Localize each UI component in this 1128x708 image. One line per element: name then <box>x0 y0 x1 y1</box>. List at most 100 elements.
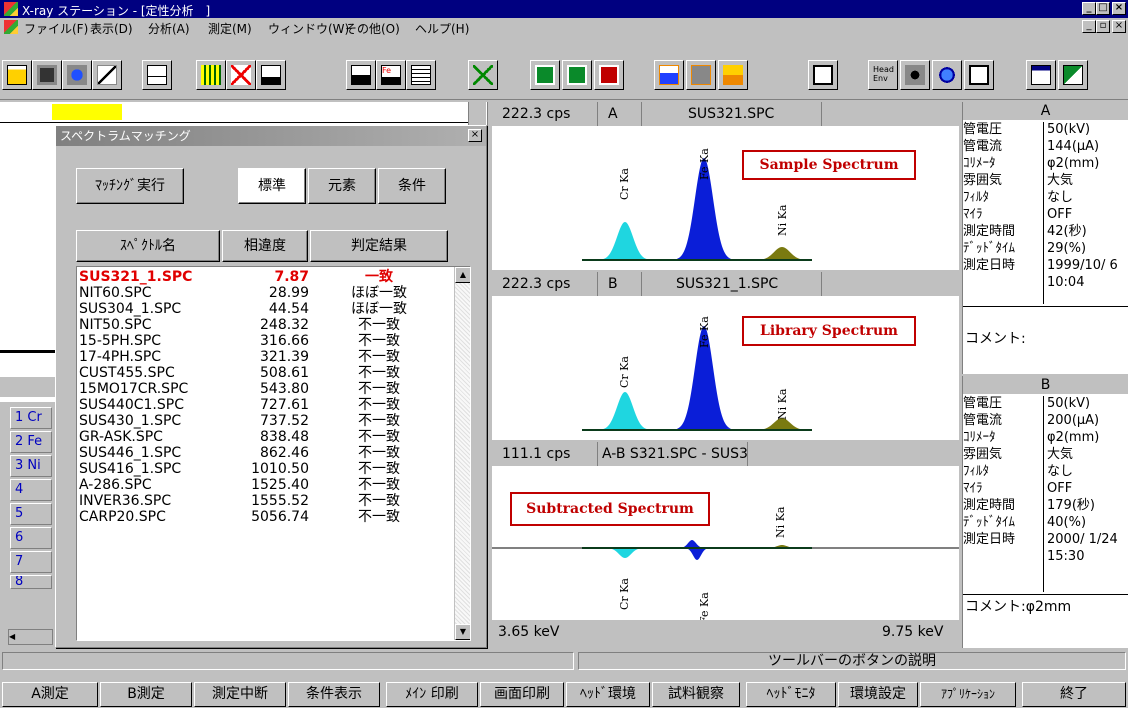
sample-spectrum-plot[interactable] <box>492 126 959 270</box>
maximize-button[interactable]: □ <box>1096 2 1110 15</box>
toolbar: Fe Head Env <box>0 36 1128 100</box>
person-b-button[interactable] <box>562 60 592 90</box>
element-row[interactable]: 7 <box>10 551 52 573</box>
stop-measure-button[interactable]: 測定中断 <box>194 682 286 707</box>
left-hscroll[interactable]: ◀ <box>8 629 53 645</box>
minimize-button[interactable]: _ <box>1082 2 1096 15</box>
window-button[interactable] <box>1026 60 1056 90</box>
dialog-close-button[interactable]: × <box>468 129 482 142</box>
left-baseline <box>0 350 55 353</box>
screen-print-button[interactable]: 画面印刷 <box>480 682 564 707</box>
close-button[interactable]: × <box>1112 2 1126 15</box>
head-env-bottom-button[interactable]: ﾍｯﾄﾞ環境 <box>566 682 650 707</box>
element-row[interactable]: 3 Ni <box>10 455 52 477</box>
sphere-button[interactable] <box>932 60 962 90</box>
difference-score: 28.99 <box>268 285 309 301</box>
element-row[interactable]: 5 <box>10 503 52 525</box>
list-vscroll[interactable]: ▲ ▼ <box>454 267 470 640</box>
mdi-close-button[interactable]: × <box>1112 20 1126 33</box>
hourglass-button[interactable] <box>468 60 498 90</box>
spectrum-name: 17-4PH.SPC <box>79 349 162 365</box>
application-button[interactable]: ｱﾌﾟﾘｹｰｼｮﾝ <box>920 682 1016 707</box>
condition-panel-a: A 管電圧 50(kV) 管電流 144(μA) ｺﾘﾒｰﾀ φ2(mm) 雰囲気 大気 ﾌｨﾙ… <box>962 102 1128 374</box>
camera-button[interactable] <box>900 60 930 90</box>
judgement-result: ほぼ一致 <box>351 285 407 301</box>
element-row[interactable]: 1 Cr <box>10 407 52 429</box>
env-settings-button[interactable]: 環境設定 <box>838 682 918 707</box>
menu-view[interactable]: 表示(D) <box>90 20 133 37</box>
exit-app-button[interactable]: 終了 <box>1022 682 1126 707</box>
condition-row: 測定日時 2000/ 1/24 <box>963 532 1128 548</box>
main-print-button[interactable]: ﾒｲﾝ 印刷 <box>386 682 478 707</box>
camera-m-button[interactable] <box>686 60 716 90</box>
menu-analysis[interactable]: 分析(A) <box>148 20 190 37</box>
subtracted-spectrum-panel: 111.1 cps A-B S321.SPC - SUS321_1.S Subt… <box>492 442 959 646</box>
export-button[interactable] <box>808 60 838 90</box>
energy-button[interactable] <box>92 60 122 90</box>
esc-button[interactable] <box>226 60 256 90</box>
peak-label-cr: Cr Ka <box>618 578 631 610</box>
peak-label-cr: Cr Ka <box>618 168 631 200</box>
difference-score: 321.39 <box>260 349 309 365</box>
menu-file[interactable]: ファイル(F) <box>24 20 88 37</box>
sample-view-button[interactable]: 試料観察 <box>652 682 740 707</box>
settings-button[interactable] <box>62 60 92 90</box>
head-env-icon: Head Env <box>873 65 894 83</box>
difference-score: 727.61 <box>260 397 309 413</box>
condition-value: 50(kV) <box>1047 396 1091 411</box>
peak-label-fe: Fe Ka <box>698 316 711 348</box>
judgement-result: 不一致 <box>358 461 400 477</box>
head-monitor-button[interactable]: ﾍｯﾄﾞﾓﾆﾀ <box>746 682 836 707</box>
condition-row: ﾏｲﾗ OFF <box>963 207 1128 223</box>
grid-button[interactable] <box>196 60 226 90</box>
column-header-name[interactable]: ｽﾍﾟｸﾄﾙ名 <box>76 230 220 262</box>
tab-condition[interactable]: 条件 <box>378 168 446 204</box>
column-header-score[interactable]: 相違度 <box>222 230 308 262</box>
show-condition-button[interactable]: 条件表示 <box>288 682 380 707</box>
fe-icon: Fe <box>381 65 401 85</box>
spectrum-name: SUS446_1.SPC <box>79 445 182 461</box>
comment-a: コメント: <box>965 331 1026 347</box>
head-env-button[interactable]: Head Env <box>868 60 898 90</box>
spectrum-button[interactable] <box>346 60 376 90</box>
mdi-restore-button[interactable]: ▫ <box>1096 20 1110 33</box>
person-a-button[interactable] <box>530 60 560 90</box>
person-stop-button[interactable] <box>594 60 624 90</box>
open-button[interactable] <box>2 60 32 90</box>
tab-standard[interactable]: 標準 <box>238 168 306 204</box>
scroll-down-button[interactable]: ▼ <box>455 624 470 640</box>
element-row[interactable]: 2 Fe <box>10 431 52 453</box>
subtracted-spectrum-plot[interactable] <box>492 466 959 618</box>
spectrum-name: NIT60.SPC <box>79 285 152 301</box>
energy-icon <box>97 65 117 85</box>
element-row[interactable]: 4 <box>10 479 52 501</box>
monitor-button[interactable] <box>964 60 994 90</box>
scroll-up-button[interactable]: ▲ <box>455 267 470 283</box>
status-left-pane <box>2 652 574 670</box>
menu-help[interactable]: ヘルプ(H) <box>415 20 469 37</box>
measure-a-button[interactable]: A測定 <box>2 682 98 707</box>
condition-row: 管電圧 50(kV) <box>963 396 1128 412</box>
element-row[interactable]: 6 <box>10 527 52 549</box>
menu-other[interactable]: その他(O) <box>345 20 400 37</box>
menu-window[interactable]: ウィンドウ(W) <box>268 20 349 37</box>
chart-m-button[interactable] <box>654 60 684 90</box>
log-button[interactable] <box>256 60 286 90</box>
sub-spectrum-button[interactable] <box>142 60 172 90</box>
fe-button[interactable]: Fe <box>376 60 406 90</box>
judgement-result: ほぼ一致 <box>351 301 407 317</box>
run-matching-button[interactable]: ﾏｯﾁﾝｸﾞ実行 <box>76 168 184 204</box>
mdi-minimize-button[interactable]: _ <box>1082 20 1096 33</box>
menu-measure[interactable]: 測定(M) <box>208 20 252 37</box>
save-button[interactable] <box>32 60 62 90</box>
exit-button[interactable] <box>1058 60 1088 90</box>
element-row[interactable]: 8 <box>10 575 52 589</box>
document-button[interactable] <box>406 60 436 90</box>
measure-b-button[interactable]: B測定 <box>100 682 192 707</box>
matching-result-list[interactable]: SUS321_1.SPC 7.87 一致 NIT60.SPC 28.99 ほぼ一致 SUS3… <box>76 266 471 641</box>
tab-element[interactable]: 元素 <box>308 168 376 204</box>
bottom-button-bar: A測定 B測定 測定中断 条件表示 ﾒｲﾝ 印刷 画面印刷 ﾍｯﾄﾞ環境 試料観… <box>0 680 1128 708</box>
column-header-result[interactable]: 判定結果 <box>310 230 448 262</box>
spectrum-name: A-286.SPC <box>79 477 152 493</box>
file-m-button[interactable] <box>718 60 748 90</box>
